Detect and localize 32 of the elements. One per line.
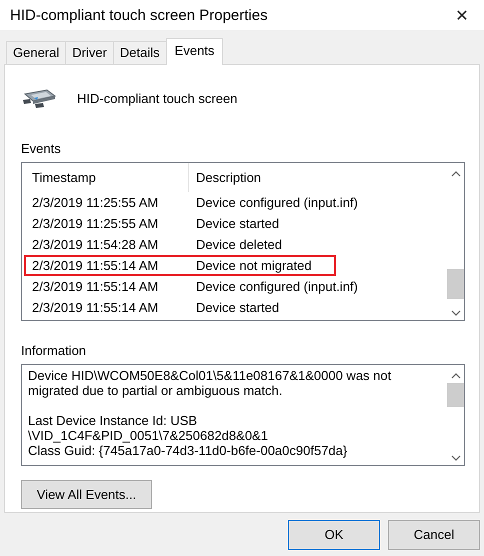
- table-row[interactable]: 2/3/2019 11:25:55 AM Device configured (input.inf): [24, 192, 360, 213]
- view-all-events-button[interactable]: View All Events...: [21, 480, 152, 509]
- device-name: HID-compliant touch screen: [77, 90, 238, 106]
- table-row[interactable]: 2/3/2019 11:55:14 AM Device started: [24, 297, 336, 318]
- table-row[interactable]: 2/3/2019 11:55:14 AM Device configured (input.inf): [24, 276, 360, 297]
- window-title: HID-compliant touch screen Properties: [10, 6, 268, 24]
- table-cell: Device configured (input.inf): [196, 279, 358, 294]
- table-cell-text: 2/3/2019 11:55:14 AM: [31, 258, 160, 273]
- tab[interactable]: Events: [166, 38, 224, 65]
- info-text: Last Device Instance Id: USB: [28, 413, 198, 428]
- table-cell-text: 2/3/2019 11:55:14 AM: [31, 279, 160, 294]
- info-text: \VID_1C4F&PID_0051\7&250682d8&0&1: [28, 428, 269, 443]
- section-label: Events: [21, 141, 61, 156]
- table-row[interactable]: 2/3/2019 11:54:28 AM Device deleted: [24, 234, 336, 255]
- table-cell: Device configured (input.inf): [196, 195, 358, 210]
- table-row[interactable]: 2/3/2019 11:25:55 AM Device started: [24, 213, 336, 234]
- highlighted-row[interactable]: 2/3/2019 11:55:14 AM Device not migrated: [24, 255, 336, 276]
- cancel-button[interactable]: Cancel: [388, 520, 480, 550]
- section-label: Information: [21, 343, 86, 358]
- table-cell-text: Device not migrated: [196, 258, 313, 273]
- table-cell-text: Device deleted: [196, 237, 283, 252]
- ok-button[interactable]: OK: [288, 520, 380, 550]
- table-cell-text: 2/3/2019 11:54:28 AM: [31, 237, 160, 252]
- table-cell-text: Device started: [196, 300, 280, 315]
- info-text: Class Guid: {745a17a0-74d3-11d0-b6fe-00a0c90f57da}: [28, 443, 348, 458]
- tab[interactable]: General: [6, 41, 66, 64]
- info-text: Device HID\WCOM50E8&Col01\5&11e08167&1&0000 was not: [28, 368, 392, 383]
- table-cell-text: 2/3/2019 11:25:55 AM: [31, 195, 160, 210]
- table-cell-text: Device started: [196, 216, 280, 231]
- table-cell-text: 2/3/2019 11:25:55 AM: [31, 216, 160, 231]
- info-text: migrated due to partial or ambiguous match.: [28, 383, 284, 398]
- table-cell-text: 2/3/2019 11:55:14 AM: [31, 300, 160, 315]
